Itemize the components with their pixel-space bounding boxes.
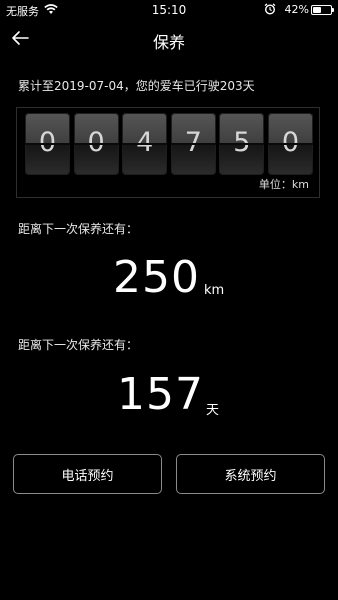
next-service-days-value: 157 [117,369,204,420]
battery-icon [311,5,334,15]
next-service-days-unit: 天 [206,403,220,418]
battery-fill [313,7,321,13]
odometer-digit: 0 [73,113,119,175]
phone-booking-button[interactable]: 电话预约 [13,454,162,494]
status-bar: 无服务 15:10 42% [0,0,338,20]
battery-percent: 42% [284,3,309,16]
odometer-digit: 4 [122,113,168,175]
nav-bar: 保养 [0,20,338,60]
odometer-digit: 5 [219,113,265,175]
system-booking-button[interactable]: 系统预约 [176,454,325,494]
next-service-distance-value: 250 [113,252,200,303]
odometer-unit-label: 单位：km [258,178,309,191]
alarm-icon [264,3,276,15]
page-title: 保养 [152,33,185,52]
odometer-digit: 7 [170,113,216,175]
odometer-digits: 0 0 4 7 5 0 [25,113,313,175]
driving-summary-text: 累计至2019-07-04，您的爱车已行驶203天 [18,79,255,93]
next-service-days-label: 距离下一次保养还有： [18,338,139,352]
odometer-panel: 0 0 4 7 5 0 单位：km [16,107,320,198]
odometer-digit: 0 [267,113,313,175]
odometer-digit: 0 [25,113,70,175]
next-service-distance-unit: km [204,283,225,298]
next-service-distance-label: 距离下一次保养还有： [18,222,139,236]
